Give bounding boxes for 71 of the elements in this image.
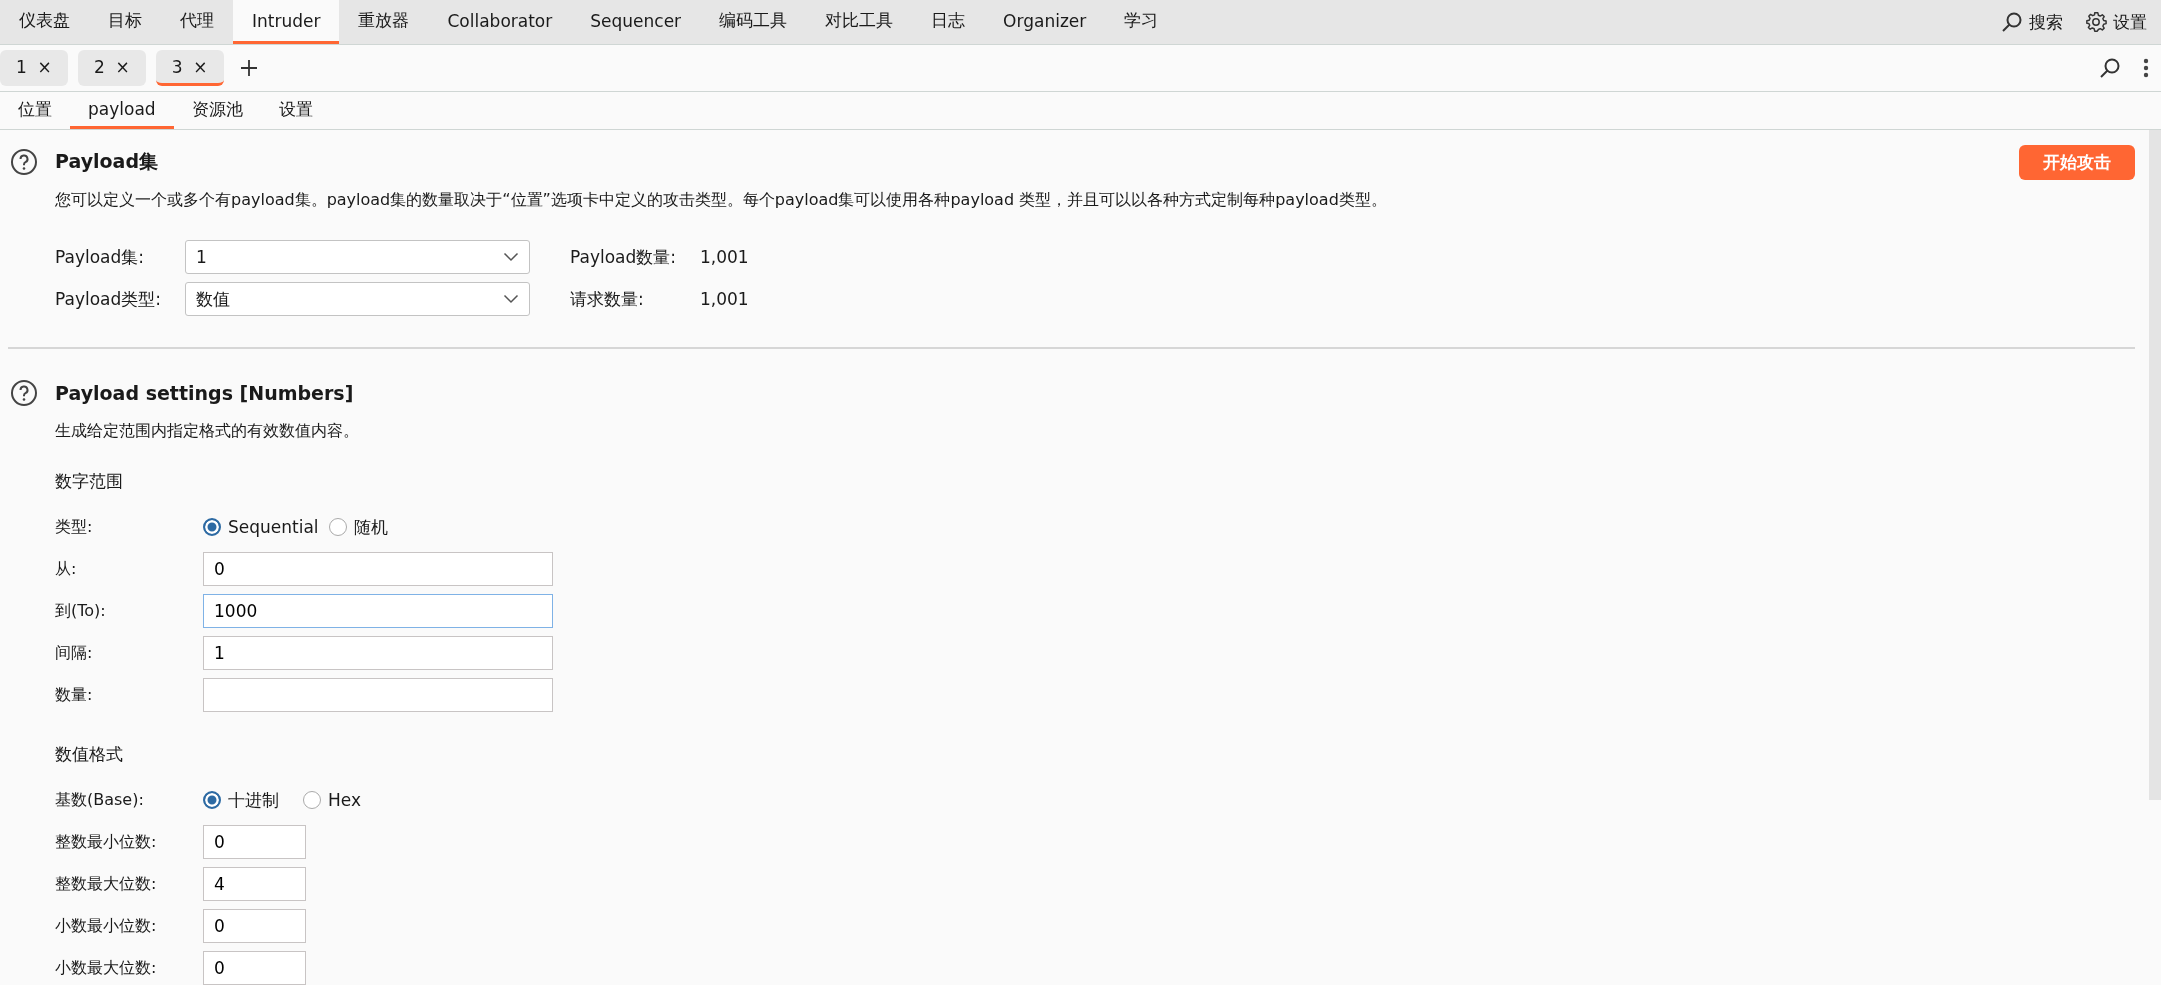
search-icon[interactable] (2099, 57, 2121, 79)
help-icon[interactable] (10, 148, 38, 176)
stat-value: 1,001 (700, 247, 749, 267)
menu-tab[interactable]: 日志 (912, 0, 985, 44)
menu-tab[interactable]: Collaborator (428, 0, 572, 44)
sub-tab[interactable]: payload (70, 92, 174, 129)
scrollbar[interactable] (2149, 130, 2161, 800)
radio-button[interactable] (203, 791, 221, 809)
sub-tab[interactable]: 设置 (260, 92, 331, 129)
request-tab[interactable]: 1 × (0, 50, 68, 86)
chevron-down-icon (503, 294, 519, 304)
radio-option[interactable]: Hex (303, 788, 393, 812)
input-field[interactable]: 4 (203, 867, 306, 901)
menu-tab[interactable]: 重放器 (339, 0, 429, 44)
field-label: 间隔: (55, 642, 94, 664)
input-field[interactable]: 0 (203, 825, 306, 859)
gear-icon (2085, 11, 2107, 33)
group-heading: 数值格式 (55, 743, 124, 766)
menu-tab[interactable]: Organizer (984, 0, 1106, 44)
section-title: Payload集 (55, 149, 159, 174)
search-button[interactable]: 搜索 (1997, 6, 2067, 38)
field-label: 类型: (55, 516, 94, 538)
field-label: 整数最小位数: (55, 831, 158, 853)
input-field[interactable]: 0 (203, 552, 553, 586)
group-heading: 数字范围 (55, 470, 124, 493)
add-tab-icon[interactable] (239, 59, 258, 77)
request-tab[interactable]: 2 × (77, 50, 146, 86)
search-icon (2001, 11, 2023, 33)
input-field[interactable]: 1000 (203, 594, 553, 628)
help-icon[interactable] (10, 379, 38, 407)
section-title: Payload settings [Numbers] (55, 382, 354, 404)
dropdown[interactable]: 1 (185, 240, 530, 274)
menu-tab[interactable]: Sequencer (571, 0, 701, 44)
dropdown[interactable]: 数值 (185, 282, 530, 316)
menu-tab[interactable]: 编码工具 (700, 0, 807, 44)
radio-button[interactable] (303, 791, 321, 809)
radio-button[interactable] (328, 518, 347, 536)
section-description: 生成给定范围内指定格式的有效数值内容。 (55, 421, 360, 442)
menu-tab[interactable]: 对比工具 (806, 0, 913, 44)
menu-tab[interactable]: 学习 (1105, 0, 1178, 44)
input-field[interactable]: 1 (203, 636, 553, 670)
field-label: 整数最大位数: (55, 873, 158, 895)
radio-option[interactable]: 随机 (328, 515, 419, 539)
menu-tab[interactable]: 目标 (89, 0, 161, 44)
input-field[interactable] (203, 678, 553, 712)
stat-value: 1,001 (700, 289, 749, 309)
field-label: 数量: (55, 684, 94, 706)
input-field[interactable]: 0 (203, 909, 306, 943)
radio-option[interactable]: 十进制 (203, 788, 293, 812)
settings-button[interactable]: 设置 (2081, 6, 2151, 38)
field-label: Payload类型: (55, 287, 163, 311)
field-label: 小数最小位数: (55, 915, 158, 937)
field-label: 到(To): (55, 600, 107, 622)
field-label: 小数最大位数: (55, 957, 158, 979)
menu-tab[interactable]: Intruder (233, 0, 340, 44)
sub-tab[interactable]: 资源池 (173, 92, 261, 129)
radio-option[interactable]: Sequential (203, 515, 319, 539)
chevron-down-icon (503, 252, 519, 262)
request-tab[interactable]: 3 × (155, 50, 224, 86)
more-icon[interactable] (2143, 58, 2149, 78)
input-field[interactable]: 0 (203, 951, 306, 985)
sub-tab[interactable]: 位置 (0, 92, 70, 129)
stat-label: 请求数量: (570, 287, 645, 311)
radio-button[interactable] (203, 518, 221, 536)
field-label: Payload集: (55, 245, 146, 269)
menu-tab[interactable]: 仪表盘 (0, 0, 89, 44)
section-description: 您可以定义一个或多个有payload集。payload集的数量取决于“位置”选项卡中定义的攻击类型。每个payload集可以使用各种payload 类型，并且可以以各种方式定制每种payload类型。 (55, 190, 1388, 211)
field-label: 从: (55, 558, 78, 580)
stat-label: Payload数量: (570, 245, 678, 269)
field-label: 基数(Base): (55, 789, 145, 811)
menu-tab[interactable]: 代理 (161, 0, 233, 44)
